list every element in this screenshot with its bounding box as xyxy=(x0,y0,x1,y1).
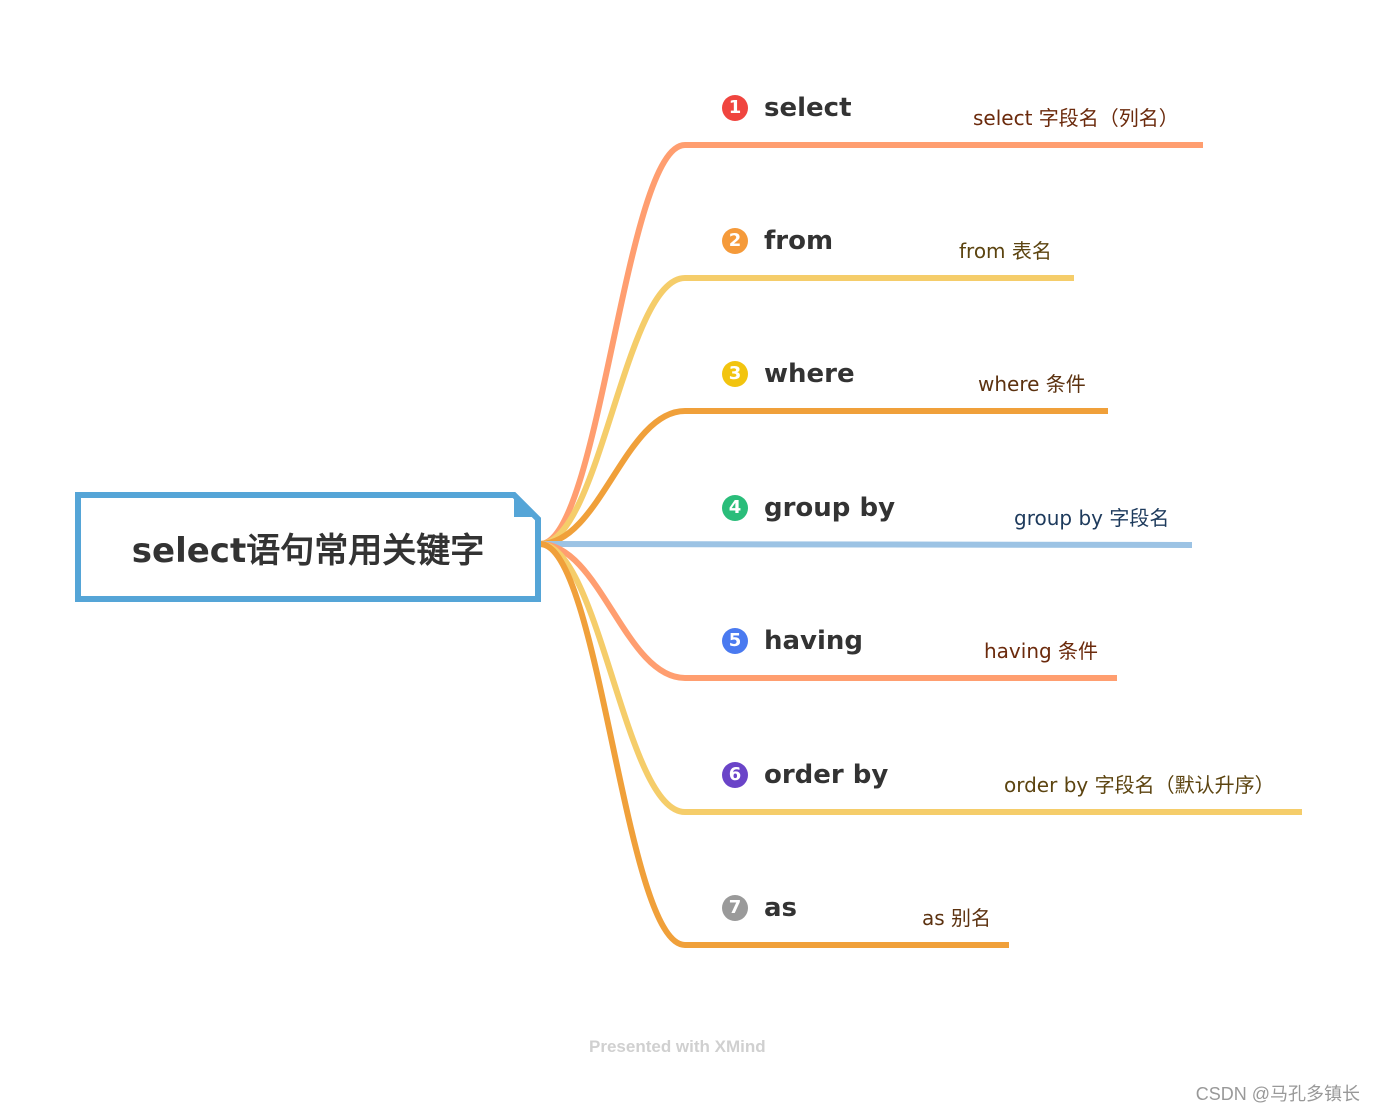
subtopic-group-by-detail[interactable]: group by 字段名 xyxy=(1014,506,1169,530)
topic-label: from xyxy=(764,226,834,256)
branch-line-group-by xyxy=(539,541,1193,548)
subtopic-as-detail[interactable]: as 别名 xyxy=(922,906,991,930)
topic-having[interactable]: 5 having xyxy=(722,626,863,656)
topic-label: where xyxy=(764,359,855,389)
root-topic-title[interactable]: select语句常用关键字 xyxy=(80,497,536,597)
csdn-credit: CSDN @马孔多镇长 xyxy=(1195,1084,1360,1104)
topic-as[interactable]: 7 as xyxy=(722,893,797,923)
priority-6-icon: 6 xyxy=(722,762,748,788)
xmind-watermark: Presented with XMind xyxy=(589,1037,766,1056)
topic-label: having xyxy=(764,626,864,656)
subtopic-from-detail[interactable]: from 表名 xyxy=(959,239,1052,263)
topic-select[interactable]: 1 select xyxy=(722,93,852,123)
topic-order-by[interactable]: 6 order by xyxy=(722,760,888,790)
subtopic-having-detail[interactable]: having 条件 xyxy=(984,639,1098,663)
topic-group-by[interactable]: 4 group by xyxy=(722,493,895,523)
priority-7-icon: 7 xyxy=(722,895,748,921)
priority-1-icon: 1 xyxy=(722,95,748,121)
subtopic-select-detail[interactable]: select 字段名（列名） xyxy=(973,106,1179,130)
priority-4-icon: 4 xyxy=(722,495,748,521)
subtopic-where-detail[interactable]: where 条件 xyxy=(978,372,1086,396)
topic-label: order by xyxy=(764,760,889,790)
topic-label: select xyxy=(764,93,852,123)
priority-5-icon: 5 xyxy=(722,628,748,654)
topic-where[interactable]: 3 where xyxy=(722,359,855,389)
subtopic-order-by-detail[interactable]: order by 字段名（默认升序） xyxy=(1004,773,1275,797)
priority-3-icon: 3 xyxy=(722,361,748,387)
branch-line-select xyxy=(539,142,1203,547)
topic-label: as xyxy=(764,893,798,923)
topic-label: group by xyxy=(764,493,896,523)
priority-2-icon: 2 xyxy=(722,228,748,254)
branch-lines xyxy=(539,142,1302,948)
topic-from[interactable]: 2 from xyxy=(722,226,833,256)
